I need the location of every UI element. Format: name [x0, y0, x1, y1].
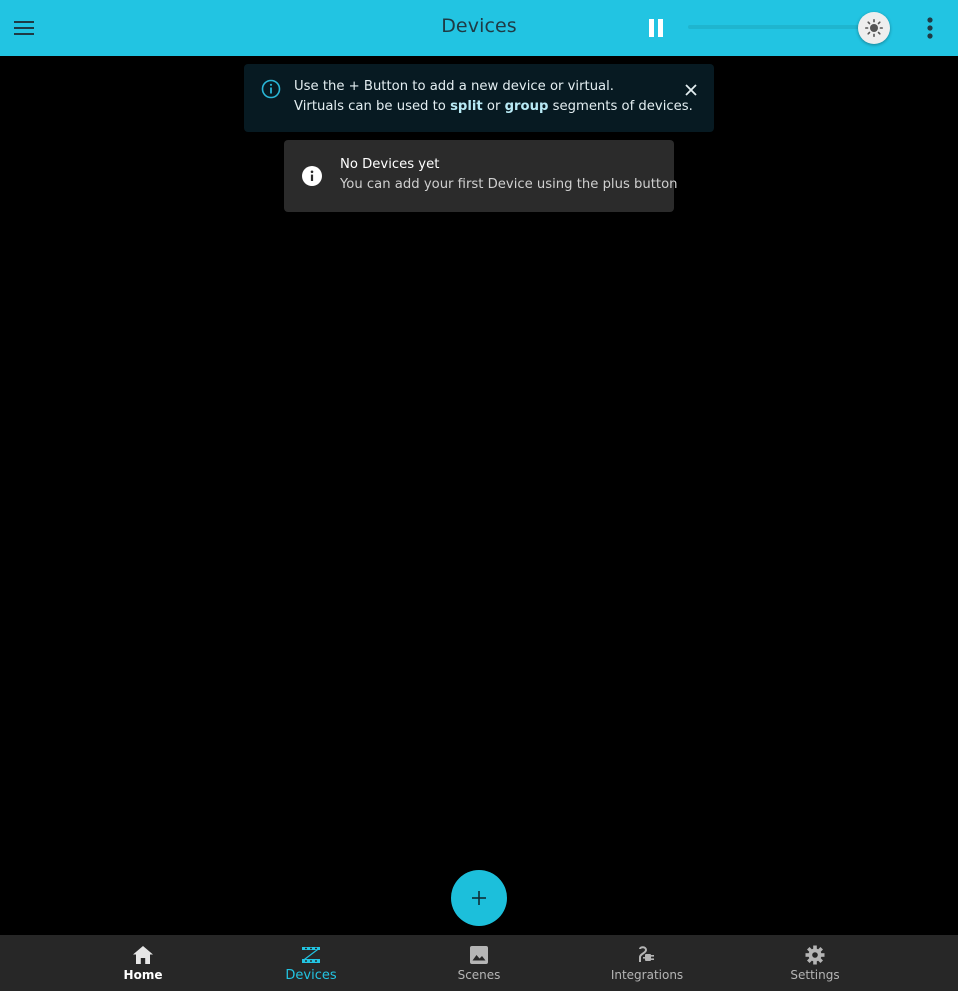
brightness-slider-track[interactable]	[688, 25, 874, 29]
nav-item-devices[interactable]: Devices	[227, 935, 395, 991]
nav-item-integrations[interactable]: Integrations	[563, 935, 731, 991]
nav-item-scenes[interactable]: Scenes	[395, 935, 563, 991]
info-banner-line2-or: or	[482, 99, 505, 114]
empty-state-title: No Devices yet	[340, 157, 440, 172]
nav-item-home[interactable]: Home	[59, 935, 227, 991]
nav-item-settings[interactable]: Settings	[731, 935, 899, 991]
info-banner: Use the + Button to add a new device or …	[244, 64, 714, 132]
no-devices-card: No Devices yet You can add your first De…	[284, 140, 678, 212]
brightness-icon	[865, 19, 883, 37]
close-banner-button[interactable]	[680, 79, 702, 101]
pause-icon	[649, 19, 663, 37]
info-icon	[302, 166, 322, 186]
pause-button[interactable]	[640, 12, 672, 44]
info-banner-line2: Virtuals can be used to split or group s…	[294, 99, 693, 114]
home-icon	[131, 943, 155, 967]
nav-item-label: Scenes	[457, 968, 501, 982]
info-banner-line2-suffix: segments of devices.	[548, 99, 693, 114]
nav-item-label: Settings	[790, 968, 840, 982]
nav-item-label: Devices	[285, 968, 337, 983]
info-outline-icon	[261, 79, 281, 99]
app-bar: Devices	[0, 0, 958, 56]
empty-state-subtitle: You can add your first Device using the …	[340, 177, 678, 192]
gear-icon	[803, 943, 827, 967]
more-vertical-icon	[927, 17, 933, 39]
nav-item-label: Integrations	[610, 968, 684, 982]
devices-icon	[299, 943, 323, 967]
image-icon	[467, 943, 491, 967]
split-keyword: split	[450, 99, 483, 114]
add-device-button[interactable]	[451, 870, 507, 926]
group-keyword: group	[504, 99, 549, 114]
integrations-icon	[635, 943, 659, 967]
info-banner-line1: Use the + Button to add a new device or …	[294, 79, 614, 94]
more-options-button[interactable]	[914, 12, 946, 44]
brightness-slider-thumb[interactable]	[858, 12, 890, 44]
close-icon	[685, 84, 697, 96]
plus-icon	[472, 891, 486, 905]
nav-item-label: Home	[123, 968, 163, 982]
info-banner-line2-prefix: Virtuals can be used to	[294, 99, 451, 114]
bottom-navigation: Home Devices Scenes Integrations Setting…	[0, 935, 958, 991]
